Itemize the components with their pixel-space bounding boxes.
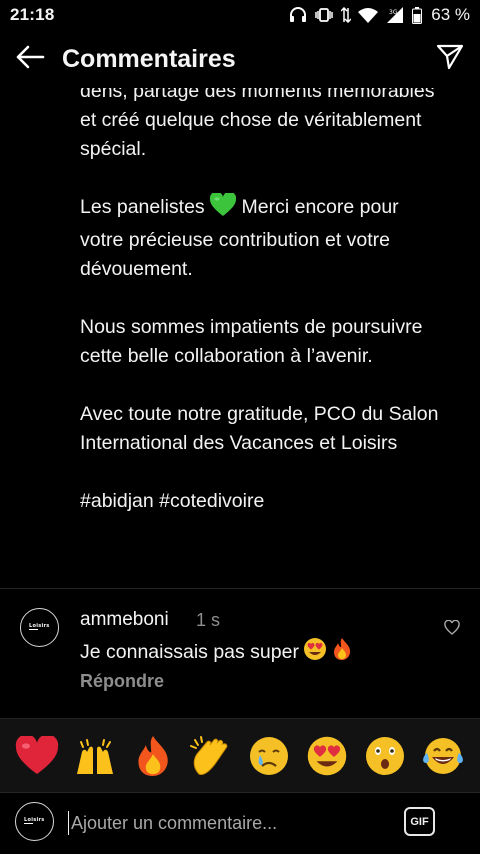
red-heart-icon[interactable]	[14, 733, 60, 779]
battery-icon	[412, 6, 423, 24]
green-heart-icon	[209, 191, 237, 226]
raising-hands-icon[interactable]	[72, 733, 118, 779]
status-icons: 3G 63 %	[289, 5, 470, 25]
cell-signal-icon: 3G	[385, 7, 405, 23]
emoji-reaction-bar	[0, 718, 480, 792]
comment-input[interactable]: Ajouter un commentaire...	[68, 811, 277, 835]
crying-face-icon[interactable]	[246, 733, 292, 779]
battery-percent: 63 %	[431, 5, 470, 24]
svg-text:Loisirs: Loisirs	[29, 623, 50, 629]
caption-paragraph: Nous sommes impatients de poursuivre cet…	[80, 316, 423, 367]
caption-paragraph: Avec toute notre gratitude, PCO du Salon…	[80, 403, 439, 454]
avatar-logo: Loisirs	[28, 622, 51, 634]
post-caption: dens, partage des moments mémorables et …	[80, 60, 440, 516]
comment-username[interactable]: ammeboni	[80, 609, 169, 631]
paper-plane-icon	[436, 44, 464, 75]
comment-row: Loisirs ammeboni 1 s Je connaissais pas …	[0, 603, 480, 713]
caption-hashtags[interactable]: #abidjan #cotedivoire	[80, 487, 440, 516]
status-bar: 21:18 3G 63 %	[0, 0, 480, 30]
reply-button[interactable]: Répondre	[80, 671, 164, 692]
fire-icon	[331, 637, 353, 667]
fire-icon[interactable]	[130, 733, 176, 779]
heart-outline-icon[interactable]	[444, 619, 460, 640]
comment-body: Je connaissais pas super	[80, 640, 299, 663]
header: Commentaires	[0, 30, 480, 88]
astonished-face-icon[interactable]	[362, 733, 408, 779]
heart-eyes-face-icon[interactable]	[304, 733, 350, 779]
status-time: 21:18	[10, 5, 55, 24]
comment-text: Je connaissais pas super	[80, 637, 353, 667]
headphones-icon	[289, 7, 307, 23]
caption-paragraph: Les panelistes Merci encore pour votre p…	[80, 191, 440, 284]
vibrate-icon	[314, 8, 334, 22]
svg-text:3G: 3G	[389, 9, 398, 16]
tears-of-joy-face-icon[interactable]	[420, 733, 466, 779]
back-button[interactable]	[0, 30, 60, 88]
svg-text:Loisirs: Loisirs	[24, 817, 45, 823]
avatar[interactable]: Loisirs	[15, 802, 54, 841]
wifi-icon	[358, 7, 379, 23]
arrow-left-icon	[15, 45, 45, 74]
page-title: Commentaires	[62, 44, 236, 73]
caption-text: Les panelistes	[80, 196, 205, 218]
clapping-hands-icon[interactable]	[188, 733, 234, 779]
avatar[interactable]: Loisirs	[20, 608, 59, 647]
divider	[0, 588, 480, 589]
heart-eyes-icon	[303, 637, 327, 667]
avatar-logo: Loisirs	[23, 816, 46, 828]
gif-button[interactable]: GIF	[404, 807, 435, 836]
data-arrows-icon	[341, 7, 352, 23]
share-button[interactable]	[420, 30, 480, 88]
comment-timestamp: 1 s	[196, 610, 221, 630]
comment-input-bar: Loisirs Ajouter un commentaire... GIF	[0, 792, 480, 854]
